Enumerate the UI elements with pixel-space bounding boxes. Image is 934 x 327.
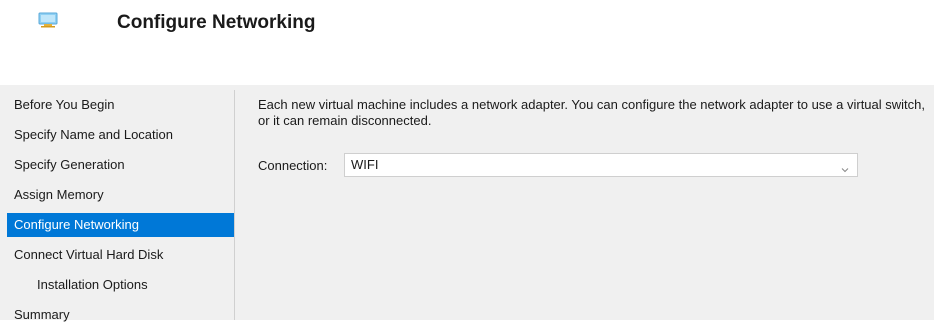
connection-selected-value: WIFI — [351, 157, 379, 172]
nav-item-specify-generation[interactable]: Specify Generation — [7, 153, 234, 177]
main-content: Each new virtual machine includes a netw… — [258, 97, 934, 177]
nav-item-specify-name-and-location[interactable]: Specify Name and Location — [7, 123, 234, 147]
connection-dropdown[interactable]: WIFI — [344, 153, 858, 177]
wizard-header: Configure Networking — [0, 0, 934, 85]
nav-item-installation-options[interactable]: Installation Options — [7, 273, 234, 297]
wizard-body: Before You Begin Specify Name and Locati… — [0, 85, 934, 322]
connection-row: Connection: WIFI — [258, 153, 858, 179]
chevron-down-icon — [841, 161, 849, 173]
page-title: Configure Networking — [117, 12, 316, 33]
nav-item-before-you-begin[interactable]: Before You Begin — [7, 93, 234, 117]
sidebar-divider — [234, 90, 235, 320]
nav-item-assign-memory[interactable]: Assign Memory — [7, 183, 234, 207]
connection-label: Connection: — [258, 158, 328, 173]
networking-description: Each new virtual machine includes a netw… — [258, 97, 925, 128]
wizard-steps-nav: Before You Begin Specify Name and Locati… — [7, 93, 234, 322]
nav-item-connect-virtual-hard-disk[interactable]: Connect Virtual Hard Disk — [7, 243, 234, 267]
nav-item-configure-networking[interactable]: Configure Networking — [7, 213, 234, 237]
nav-item-summary[interactable]: Summary — [7, 303, 234, 327]
network-adapter-icon — [38, 12, 58, 28]
